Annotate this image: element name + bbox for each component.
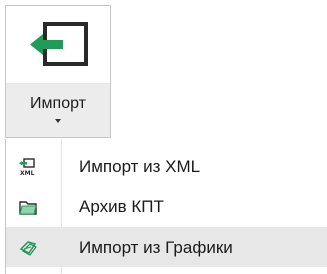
menu-item-import-xml[interactable]: XML Импорт из XML (6, 146, 327, 186)
caret-down-icon (55, 119, 61, 123)
menu-label-import-graphics: Импорт из Графики (79, 238, 233, 257)
menu-label-archive-kpt: Архив КПТ (79, 197, 164, 216)
menu-label-import-xml: Импорт из XML (79, 157, 201, 176)
import-dropdown-menu: XML Импорт из XML Архив КПТ Импорт из Гр… (5, 139, 327, 274)
folder-archive-icon (19, 201, 37, 215)
import-ribbon-stage: Импорт XML Импорт из XML Архив КПТ Импор… (0, 0, 327, 274)
import-arrow-icon (30, 22, 88, 66)
import-button-dropdown[interactable]: Импорт (6, 84, 110, 137)
import-split-button[interactable]: Импорт (5, 5, 111, 138)
menu-item-archive-kpt[interactable]: Архив КПТ (6, 186, 327, 226)
import-button-label: Импорт (30, 95, 86, 112)
menu-item-import-graphics[interactable]: Импорт из Графики (6, 227, 327, 267)
graphics-import-icon (19, 241, 37, 256)
xml-import-icon: XML (19, 158, 35, 177)
svg-text:XML: XML (20, 170, 35, 177)
import-button-main[interactable] (6, 6, 110, 82)
